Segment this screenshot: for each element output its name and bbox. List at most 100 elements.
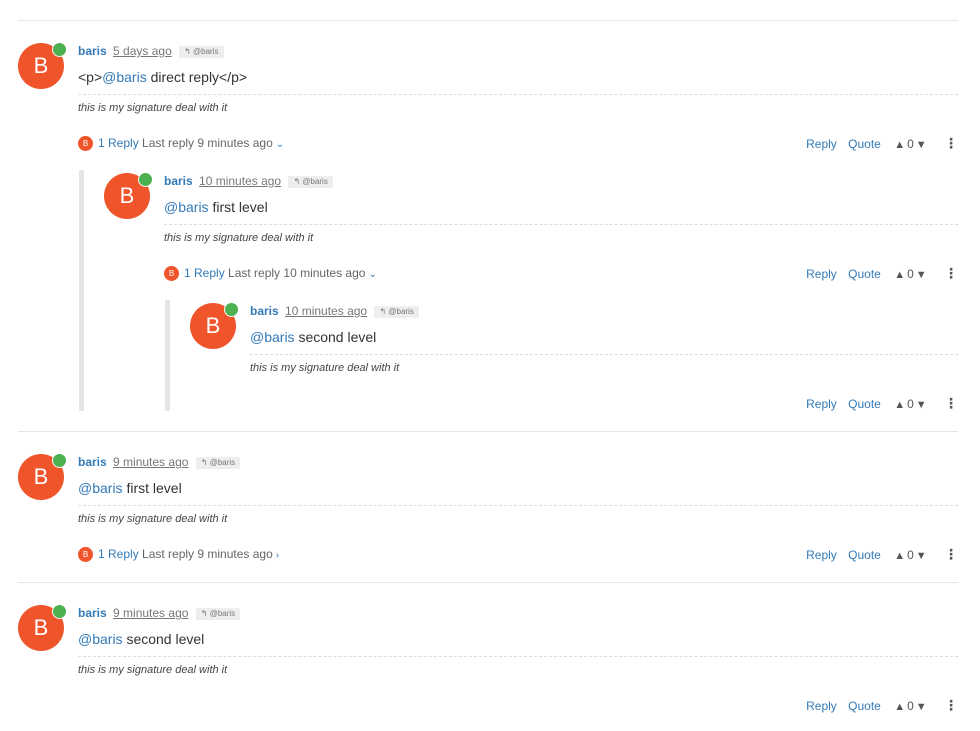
- post-actions: Reply Quote ▲ 0 ▼ ⋮: [798, 544, 958, 566]
- thread-line[interactable]: [79, 170, 84, 411]
- last-reply-text: Last reply 10 minutes ago: [228, 266, 366, 280]
- vote-control: ▲ 0 ▼: [894, 548, 926, 562]
- chevron-down-icon[interactable]: ▼: [916, 399, 927, 411]
- post-header: baris 9 minutes ago ↰ @baris: [78, 605, 958, 621]
- mini-avatar: B: [78, 136, 93, 151]
- vertical-ellipsis-icon[interactable]: ⋮: [944, 695, 958, 715]
- chevron-down-icon[interactable]: ▼: [916, 139, 927, 151]
- timestamp-link[interactable]: 9 minutes ago: [113, 455, 188, 469]
- signature: this is my signature deal with it: [164, 224, 958, 244]
- post: B baris 9 minutes ago ↰ @baris @baris se…: [18, 604, 958, 717]
- post-actions: Reply Quote ▲ 0 ▼ ⋮: [798, 393, 958, 415]
- reply-button[interactable]: Reply: [806, 699, 837, 713]
- username-link[interactable]: baris: [250, 304, 279, 318]
- vote-control: ▲ 0 ▼: [894, 267, 926, 281]
- vote-control: ▲ 0 ▼: [894, 397, 926, 411]
- chevron-down-icon[interactable]: ▼: [916, 550, 927, 562]
- reply-arrow-icon: ↰: [200, 609, 208, 618]
- chevron-down-icon[interactable]: ▼: [916, 269, 927, 281]
- signature: this is my signature deal with it: [78, 656, 958, 676]
- vote-count: 0: [907, 699, 914, 713]
- username-link[interactable]: baris: [164, 174, 193, 188]
- reply-button[interactable]: Reply: [806, 137, 837, 151]
- post-content: @baris second level: [250, 329, 377, 345]
- post-content: @baris second level: [78, 631, 205, 647]
- replies-toggle[interactable]: B 1 Reply Last reply 10 minutes ago ⌄: [164, 263, 377, 285]
- quote-button[interactable]: Quote: [848, 267, 881, 281]
- replies-toggle[interactable]: B 1 Reply Last reply 9 minutes ago ⌄: [78, 133, 284, 155]
- replies-count: 1 Reply: [98, 547, 139, 561]
- post: B baris 9 minutes ago ↰ @baris @baris fi…: [18, 453, 958, 566]
- last-reply-text: Last reply 9 minutes ago: [142, 136, 273, 150]
- replies-count: 1 Reply: [98, 136, 139, 150]
- quote-button[interactable]: Quote: [848, 548, 881, 562]
- vote-count: 0: [907, 397, 914, 411]
- chevron-down-icon[interactable]: ▼: [916, 701, 927, 713]
- post-header: baris 10 minutes ago ↰ @baris: [250, 303, 958, 319]
- post: B baris 10 minutes ago ↰ @baris @baris f…: [104, 172, 958, 285]
- timestamp-link[interactable]: 10 minutes ago: [199, 174, 281, 188]
- reply-arrow-icon: ↰: [200, 458, 208, 467]
- mention-link[interactable]: @baris: [250, 329, 295, 345]
- mention-link[interactable]: @baris: [102, 69, 147, 85]
- parent-post-link[interactable]: ↰ @baris: [195, 457, 241, 469]
- post-content: <p>@baris direct reply</p>: [78, 69, 248, 85]
- post-footer: B 1 Reply Last reply 9 minutes ago ⌄ Reply…: [78, 133, 958, 153]
- parent-post-link[interactable]: ↰ @baris: [179, 46, 224, 58]
- online-status-icon: [52, 42, 67, 57]
- vote-control: ▲ 0 ▼: [894, 699, 926, 713]
- thread-line[interactable]: [165, 300, 170, 411]
- chevron-up-icon[interactable]: ▲: [894, 139, 905, 151]
- post-content: @baris first level: [164, 199, 268, 215]
- online-status-icon: [224, 302, 239, 317]
- chevron-down-icon: ⌄: [368, 269, 377, 280]
- vertical-ellipsis-icon[interactable]: ⋮: [944, 544, 958, 564]
- chevron-up-icon[interactable]: ▲: [894, 399, 905, 411]
- reply-arrow-icon: ↰: [293, 177, 301, 186]
- post-footer: B 1 Reply Last reply 9 minutes ago › Reply…: [78, 544, 958, 564]
- vote-count: 0: [907, 267, 914, 281]
- signature: this is my signature deal with it: [78, 94, 958, 114]
- parent-post-link[interactable]: ↰ @baris: [374, 306, 419, 318]
- quote-button[interactable]: Quote: [848, 397, 881, 411]
- divider: [18, 20, 958, 21]
- post: B baris 10 minutes ago ↰ @baris @baris s…: [190, 302, 958, 415]
- online-status-icon: [138, 172, 153, 187]
- replies-toggle[interactable]: B 1 Reply Last reply 9 minutes ago ›: [78, 544, 279, 566]
- parent-post-link[interactable]: ↰ @baris: [288, 176, 333, 188]
- username-link[interactable]: baris: [78, 455, 107, 469]
- vote-control: ▲ 0 ▼: [894, 137, 926, 151]
- vote-count: 0: [907, 137, 914, 151]
- reply-button[interactable]: Reply: [806, 548, 837, 562]
- vote-count: 0: [907, 548, 914, 562]
- post-header: baris 10 minutes ago ↰ @baris: [164, 173, 958, 189]
- divider: [18, 582, 958, 583]
- quote-button[interactable]: Quote: [848, 137, 881, 151]
- vertical-ellipsis-icon[interactable]: ⋮: [944, 133, 958, 153]
- online-status-icon: [52, 453, 67, 468]
- timestamp-link[interactable]: 5 days ago: [113, 44, 172, 58]
- chevron-up-icon[interactable]: ▲: [894, 550, 905, 562]
- mention-link[interactable]: @baris: [78, 480, 123, 496]
- username-link[interactable]: baris: [78, 44, 107, 58]
- mention-link[interactable]: @baris: [78, 631, 123, 647]
- post-header: baris 9 minutes ago ↰ @baris: [78, 454, 958, 470]
- signature: this is my signature deal with it: [250, 354, 958, 374]
- chevron-up-icon[interactable]: ▲: [894, 701, 905, 713]
- vertical-ellipsis-icon[interactable]: ⋮: [944, 263, 958, 283]
- reply-button[interactable]: Reply: [806, 267, 837, 281]
- parent-post-link[interactable]: ↰ @baris: [195, 608, 241, 620]
- reply-arrow-icon: ↰: [184, 47, 191, 56]
- chevron-right-icon: ›: [275, 550, 280, 561]
- chevron-up-icon[interactable]: ▲: [894, 269, 905, 281]
- post-actions: Reply Quote ▲ 0 ▼ ⋮: [798, 133, 958, 155]
- post: B baris 5 days ago ↰ @baris <p>@baris di…: [18, 42, 958, 155]
- post-content: @baris first level: [78, 480, 182, 496]
- timestamp-link[interactable]: 10 minutes ago: [285, 304, 367, 318]
- mention-link[interactable]: @baris: [164, 199, 209, 215]
- vertical-ellipsis-icon[interactable]: ⋮: [944, 393, 958, 413]
- quote-button[interactable]: Quote: [848, 699, 881, 713]
- timestamp-link[interactable]: 9 minutes ago: [113, 606, 188, 620]
- reply-button[interactable]: Reply: [806, 397, 837, 411]
- username-link[interactable]: baris: [78, 606, 107, 620]
